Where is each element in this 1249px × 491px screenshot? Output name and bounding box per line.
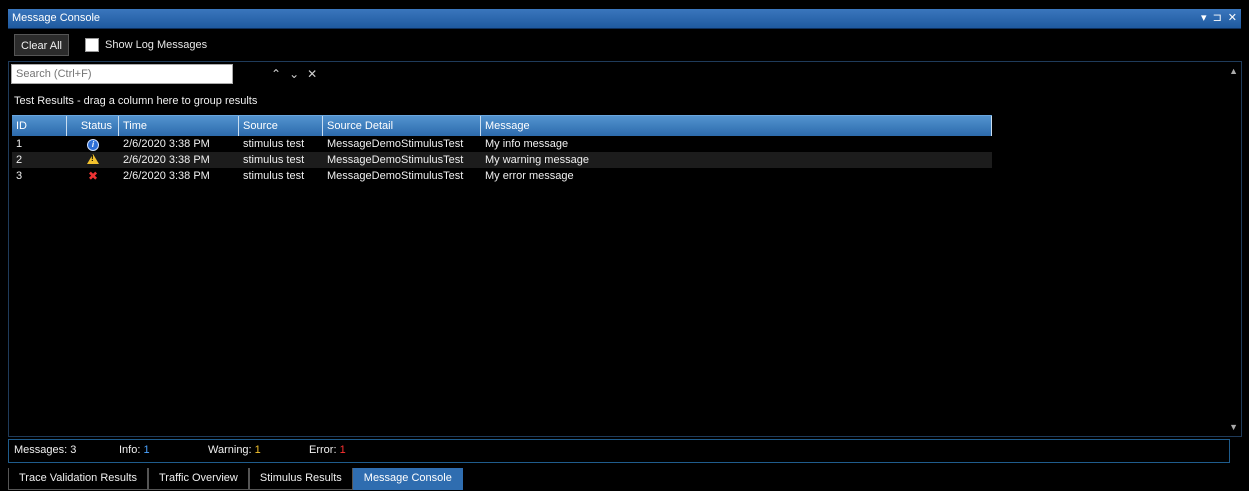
warning-icon [87, 153, 99, 164]
column-header-id[interactable]: ID [12, 116, 67, 136]
column-header-source-detail[interactable]: Source Detail [323, 116, 481, 136]
search-clear-icon[interactable]: ✕ [307, 67, 317, 81]
scroll-down-icon[interactable]: ▼ [1229, 422, 1238, 432]
error-icon: ✖ [87, 169, 99, 183]
pin-icon[interactable]: ⊐ [1213, 11, 1222, 24]
clear-all-button[interactable]: Clear All [14, 34, 69, 56]
messages-label: Messages: [14, 444, 68, 456]
cell-source-detail: MessageDemoStimulusTest [327, 170, 464, 182]
search-row: ⌃ ⌄ ✕ [11, 64, 317, 84]
cell-time: 2/6/2020 3:38 PM [123, 138, 210, 150]
dropdown-icon[interactable]: ▾ [1201, 11, 1207, 24]
toolbar: Clear All Show Log Messages [8, 30, 1241, 60]
message-console-window: Message Console ▾ ⊐ ✕ Clear All Show Log… [0, 0, 1249, 491]
cell-message: My error message [485, 170, 574, 182]
cell-status [67, 153, 119, 167]
messages-count: Messages: 3 [14, 444, 76, 456]
warning-count: Warning: 1 [208, 444, 261, 456]
info-value: 1 [143, 444, 150, 456]
show-log-messages-toggle[interactable]: Show Log Messages [85, 38, 207, 52]
table-row[interactable]: 1 i 2/6/2020 3:38 PM stimulus test Messa… [12, 136, 992, 152]
tab-stimulus-results[interactable]: Stimulus Results [248, 468, 353, 490]
scroll-up-icon[interactable]: ▲ [1229, 66, 1238, 76]
error-label: Error: [309, 444, 337, 456]
error-count: Error: 1 [309, 444, 346, 456]
tab-traffic-overview[interactable]: Traffic Overview [148, 468, 249, 490]
column-header-status[interactable]: Status [67, 116, 119, 136]
cell-status: ✖ [67, 169, 119, 183]
title-bar: Message Console ▾ ⊐ ✕ [8, 9, 1241, 29]
table-row[interactable]: 3 ✖ 2/6/2020 3:38 PM stimulus test Messa… [12, 168, 992, 184]
search-input[interactable] [11, 64, 233, 84]
cell-id: 3 [16, 170, 23, 182]
cell-id: 1 [16, 138, 23, 150]
table-row[interactable]: 2 2/6/2020 3:38 PM stimulus test Message… [12, 152, 992, 168]
cell-id: 2 [16, 154, 23, 166]
search-previous-icon[interactable]: ⌃ [271, 67, 281, 81]
cell-status: i [67, 138, 119, 151]
search-next-icon[interactable]: ⌄ [289, 67, 299, 81]
cell-source: stimulus test [243, 170, 305, 182]
column-header-source[interactable]: Source [239, 116, 323, 136]
warning-label: Warning: [208, 444, 252, 456]
cell-message: My warning message [485, 154, 589, 166]
show-log-label: Show Log Messages [105, 39, 208, 51]
tab-trace-validation-results[interactable]: Trace Validation Results [8, 468, 148, 490]
bottom-tabs: Trace Validation Results Traffic Overvie… [8, 468, 463, 490]
window-title: Message Console [12, 12, 101, 24]
status-bar: Messages: 3 Info: 1 Warning: 1 Error: 1 [8, 439, 1230, 463]
info-icon: i [87, 138, 99, 151]
warning-value: 1 [254, 444, 261, 456]
cell-source-detail: MessageDemoStimulusTest [327, 138, 464, 150]
group-by-hint[interactable]: Test Results - drag a column here to gro… [14, 95, 257, 107]
grid-header: ID Status Time Source Source Detail Mess… [12, 115, 992, 136]
results-panel: ⌃ ⌄ ✕ Test Results - drag a column here … [8, 61, 1242, 437]
tab-message-console[interactable]: Message Console [352, 468, 463, 490]
column-header-time[interactable]: Time [119, 116, 239, 136]
show-log-checkbox[interactable] [85, 38, 99, 52]
results-grid: ID Status Time Source Source Detail Mess… [12, 115, 992, 184]
window-controls: ▾ ⊐ ✕ [1201, 11, 1237, 24]
info-count: Info: 1 [119, 444, 150, 456]
messages-value: 3 [70, 444, 77, 456]
search-navigation: ⌃ ⌄ ✕ [271, 67, 317, 81]
close-icon[interactable]: ✕ [1228, 11, 1237, 24]
cell-source: stimulus test [243, 154, 305, 166]
column-header-message[interactable]: Message [481, 116, 992, 136]
cell-source-detail: MessageDemoStimulusTest [327, 154, 464, 166]
cell-time: 2/6/2020 3:38 PM [123, 170, 210, 182]
cell-message: My info message [485, 138, 569, 150]
error-value: 1 [339, 444, 346, 456]
cell-time: 2/6/2020 3:38 PM [123, 154, 210, 166]
cell-source: stimulus test [243, 138, 305, 150]
info-label: Info: [119, 444, 141, 456]
